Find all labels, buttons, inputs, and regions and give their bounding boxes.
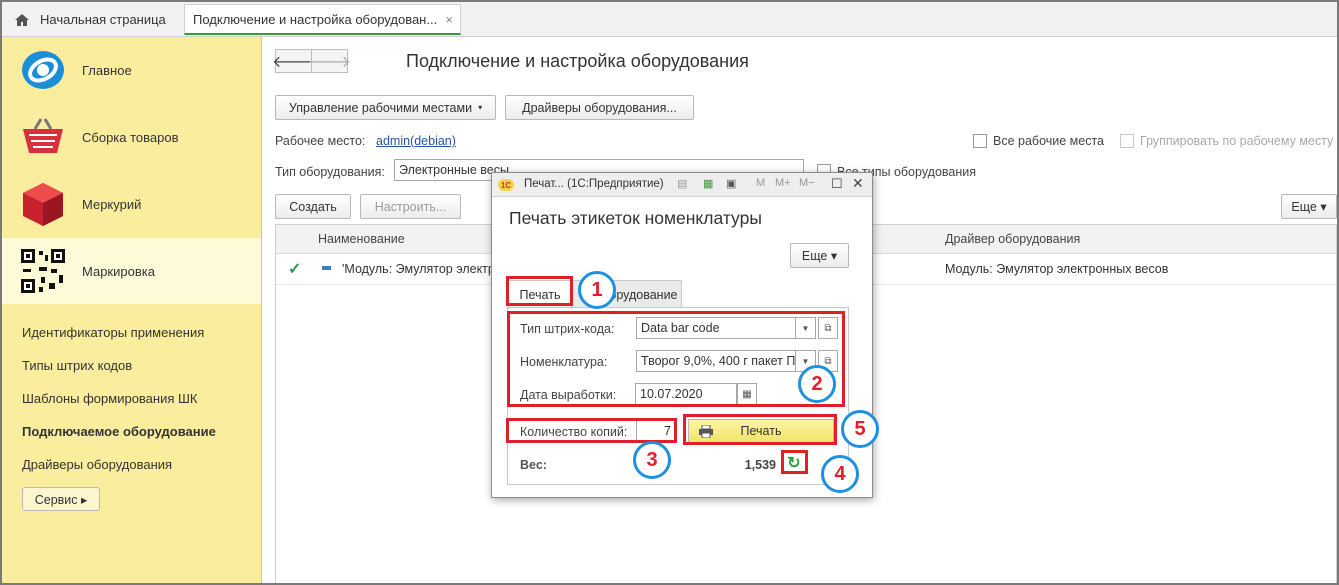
- equipment-type-label: Тип оборудования:: [275, 165, 385, 179]
- sidebar-section-label: Главное: [82, 62, 132, 78]
- sidebar-sublist: Идентификаторы применения Типы штрих код…: [22, 322, 216, 487]
- sidebar-section-main[interactable]: Главное: [2, 37, 261, 103]
- row-driver: Модуль: Эмулятор электронных весов: [945, 262, 1169, 276]
- dialog-more-button[interactable]: Еще ▾: [790, 243, 849, 268]
- sidebar-item-identifiers[interactable]: Идентификаторы применения: [22, 322, 216, 355]
- main-globe-icon: [22, 51, 64, 89]
- close-tab-icon[interactable]: ×: [445, 12, 453, 27]
- annotation-box-2: [507, 311, 845, 407]
- dropdown-arrow-icon: ▾: [478, 103, 483, 112]
- tab-equipment-settings[interactable]: Подключение и настройка оборудован... ×: [184, 4, 461, 35]
- all-workplaces-checkbox[interactable]: [973, 134, 987, 148]
- sidebar-item-barcode-templates[interactable]: Шаблоны формирования ШК: [22, 388, 216, 421]
- column-header-driver[interactable]: Драйвер оборудования: [945, 232, 1080, 246]
- back-button[interactable]: 🡐: [272, 49, 315, 73]
- equipment-drivers-button[interactable]: Драйверы оборудования...: [505, 95, 694, 120]
- basket-icon: [23, 118, 63, 153]
- all-workplaces-label: Все рабочие места: [993, 134, 1105, 148]
- item-marker-icon: [322, 266, 331, 270]
- calendar-icon[interactable]: ▣: [726, 177, 736, 190]
- calculator-icon[interactable]: ▦: [703, 177, 713, 190]
- annotation-badge-4: 4: [821, 455, 859, 493]
- sidebar-section-marking[interactable]: Маркировка: [2, 238, 261, 304]
- configure-button[interactable]: Настроить...: [360, 194, 461, 219]
- annotation-badge-1: 1: [578, 271, 616, 309]
- sidebar-section-label: Сборка товаров: [82, 129, 179, 145]
- print-icon[interactable]: ▤: [677, 177, 687, 190]
- memory-minus-icon[interactable]: M−: [799, 177, 815, 189]
- home-icon: [15, 13, 29, 26]
- create-button[interactable]: Создать: [275, 194, 351, 219]
- forward-button[interactable]: 🡒: [308, 49, 351, 73]
- 1c-logo-icon: 1С: [498, 179, 514, 191]
- group-by-workplace-checkbox[interactable]: [1120, 134, 1134, 148]
- workplace-link[interactable]: admin(debian): [376, 134, 456, 148]
- annotation-box-3: [506, 418, 677, 443]
- red-cube-icon: [23, 183, 63, 226]
- annotation-badge-2: 2: [798, 365, 836, 403]
- annotation-badge-5: 5: [841, 410, 879, 448]
- home-tab[interactable]: Начальная страница: [2, 2, 180, 37]
- workplace-label: Рабочее место:: [275, 134, 366, 148]
- annotation-box-4: [781, 450, 808, 474]
- qr-code-icon: [21, 249, 65, 293]
- sidebar-section-label: Меркурий: [82, 196, 142, 212]
- weight-label: Вес:: [520, 458, 547, 472]
- sidebar-section-mercury[interactable]: Меркурий: [2, 171, 261, 237]
- sidebar-item-equipment-drivers[interactable]: Драйверы оборудования: [22, 454, 216, 487]
- service-button[interactable]: Сервис ▸: [22, 487, 100, 511]
- check-icon: ✓: [288, 261, 302, 278]
- weight-value: 1,539: [744, 458, 776, 472]
- home-tab-label: Начальная страница: [40, 12, 166, 27]
- manage-workplaces-button[interactable]: Управление рабочими местами ▾: [275, 95, 496, 120]
- tab-label: Подключение и настройка оборудован...: [193, 11, 438, 27]
- app-window: Начальная страница Подключение и настрой…: [0, 0, 1339, 585]
- window-tab-bar: Начальная страница Подключение и настрой…: [2, 2, 1337, 37]
- dialog-titlebar: 1С Печат... (1С:Предприятие) ▤ ▦ ▣ M M+ …: [492, 173, 872, 197]
- annotation-box-5: [683, 414, 837, 445]
- sidebar: Главное Сборка товаров Меркурий Маркиров…: [2, 37, 262, 583]
- group-by-workplace-label: Группировать по рабочему месту: [1140, 134, 1334, 148]
- dialog-heading: Печать этикеток номенклатуры: [509, 208, 762, 228]
- annotation-badge-3: 3: [633, 441, 671, 479]
- memory-plus-icon[interactable]: M+: [775, 177, 791, 189]
- maximize-icon[interactable]: ☐: [831, 176, 843, 192]
- sidebar-item-barcode-types[interactable]: Типы штрих кодов: [22, 355, 216, 388]
- sidebar-section-assembly[interactable]: Сборка товаров: [2, 104, 261, 170]
- more-button[interactable]: Еще ▾: [1281, 194, 1337, 219]
- memory-m-icon[interactable]: M: [756, 177, 765, 189]
- page-title: Подключение и настройка оборудования: [406, 51, 749, 71]
- manage-workplaces-label: Управление рабочими местами: [288, 100, 473, 115]
- annotation-box-1: [506, 276, 573, 306]
- dialog-window-title: Печат... (1С:Предприятие): [524, 178, 664, 190]
- sidebar-item-connected-equipment[interactable]: Подключаемое оборудование: [22, 421, 216, 454]
- close-dialog-icon[interactable]: ✕: [852, 175, 864, 192]
- column-header-name[interactable]: Наименование: [318, 232, 405, 246]
- sidebar-section-label: Маркировка: [82, 263, 155, 279]
